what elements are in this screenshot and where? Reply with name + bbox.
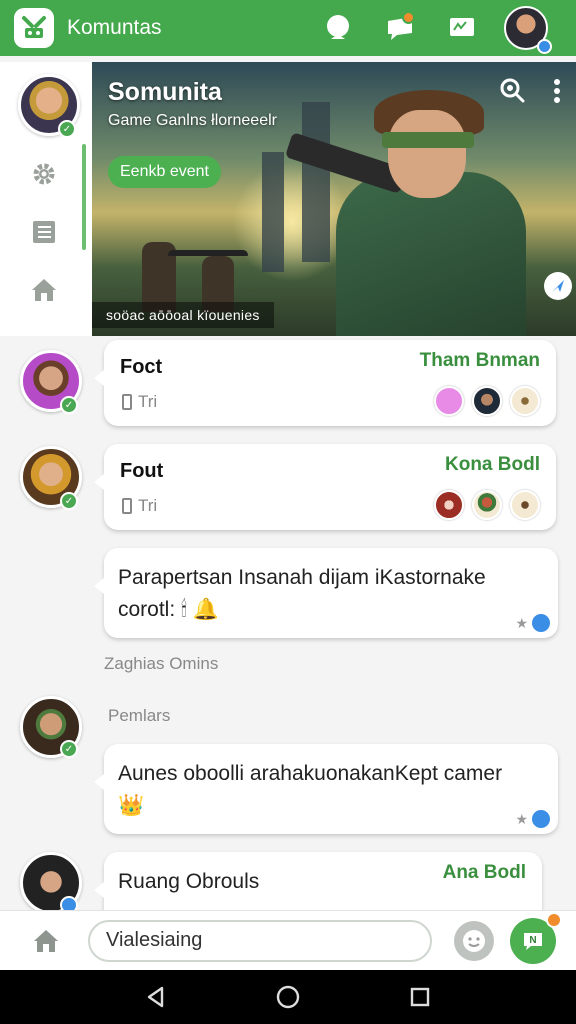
event-button[interactable]: Eenkb event (108, 156, 221, 188)
post-group-tag[interactable]: Tham Bnman (420, 350, 540, 372)
chat-bubble-icon (327, 15, 349, 39)
message-input[interactable]: Vialesiaing (88, 919, 432, 962)
post-meta-text: Tri (138, 496, 158, 515)
reaction-list (426, 490, 540, 520)
message-bubble[interactable]: Parapertsan Insanah dijam iKastornake co… (94, 548, 558, 638)
composer-bar: Vialesiaing N (0, 910, 576, 970)
online-indicator (60, 896, 78, 910)
rail-item-home[interactable] (28, 274, 60, 306)
home-icon (32, 279, 56, 301)
post-card[interactable]: Foct Tham Bnman Tri (94, 340, 556, 426)
post-group-tag[interactable]: Kona Bodl (445, 454, 540, 476)
app-logo[interactable] (14, 8, 54, 48)
nav-back-button[interactable] (143, 984, 169, 1010)
banner-share-button[interactable] (544, 272, 572, 300)
post-group-tag[interactable]: Ana Bodl (443, 862, 526, 884)
profile-avatar[interactable] (504, 6, 552, 54)
banner-more-button[interactable] (552, 78, 562, 104)
post-author: Foct (120, 356, 163, 378)
list-icon (33, 221, 55, 243)
message-footer: ★ (515, 810, 550, 828)
messages-button[interactable] (380, 8, 420, 48)
logo-icon (22, 16, 46, 38)
reaction-avatar[interactable] (472, 386, 502, 416)
section-label: Zaghias Omins (104, 654, 219, 673)
message-text: Aunes oboolli arahakuonakanKept camer 👑 (118, 762, 503, 817)
reaction-avatar[interactable] (434, 490, 464, 520)
search-icon (500, 78, 525, 103)
back-triangle-icon (147, 986, 164, 1008)
chat-bubble-button[interactable] (318, 8, 358, 48)
settings-icon (33, 163, 55, 185)
post-meta-text: Tri (138, 392, 158, 411)
nav-home-button[interactable] (275, 984, 301, 1010)
banner-tower (262, 152, 284, 272)
news-button[interactable] (442, 8, 482, 48)
top-app-bar: Komuntas (0, 0, 576, 56)
message-text: Parapertsan Insanah dijam iKastornake co… (118, 566, 486, 621)
online-indicator: ✓ (60, 740, 78, 758)
reaction-avatar[interactable] (434, 386, 464, 416)
system-navigation-bar (0, 970, 576, 1024)
emoji-icon (463, 929, 485, 952)
status-indicator (537, 39, 552, 54)
banner-hero-art (284, 72, 536, 336)
banner-soldiers-art (132, 230, 262, 312)
banner-caption: soöac aōōoal kïouenies (92, 302, 274, 328)
online-indicator: ✓ (58, 120, 76, 138)
banner-subtitle: Game Ganlns łlorneeelr (108, 112, 277, 129)
star-icon[interactable]: ★ (515, 811, 528, 828)
banner-title: Somunita (108, 78, 222, 106)
more-vertical-icon (554, 79, 560, 103)
emoji-button[interactable] (454, 920, 494, 961)
reaction-avatar[interactable] (510, 386, 540, 416)
star-icon[interactable]: ★ (515, 615, 528, 632)
app-root: Komuntas ✓ Somunita Game Ganlns łlorneee… (0, 0, 576, 1024)
read-receipt-icon (532, 810, 550, 828)
reaction-list (426, 386, 540, 416)
post-card[interactable]: Ruang Obrouls Ana Bodl (94, 852, 542, 910)
post-meta: Tri (122, 496, 157, 516)
post-meta: Tri (122, 392, 157, 412)
app-title: Komuntas (67, 16, 162, 39)
send-button[interactable]: N (510, 911, 562, 964)
message-bubble[interactable]: Aunes oboolli arahakuonakanKept camer 👑 … (94, 744, 558, 834)
online-indicator: ✓ (60, 492, 78, 510)
community-feed[interactable]: ✓ Foct Tham Bnman Tri ✓ Fout Kona Bodl T… (0, 336, 576, 910)
rail-item-settings[interactable] (28, 158, 60, 190)
banner-search-button[interactable] (498, 76, 526, 104)
phone-icon (122, 394, 132, 410)
post-author: Fout (120, 460, 164, 482)
send-label: N (529, 935, 537, 946)
send-badge (546, 911, 562, 928)
home-circle-icon (276, 985, 300, 1009)
rail-item-list[interactable] (28, 216, 60, 248)
post-card[interactable]: Fout Kona Bodl Tri (94, 444, 556, 530)
featured-banner[interactable]: Somunita Game Ganlns łlorneeelr Eenkb ev… (92, 62, 576, 336)
phone-icon (122, 498, 132, 514)
nav-recents-button[interactable] (407, 984, 433, 1010)
send-arrow-icon (552, 280, 564, 292)
news-icon (450, 18, 474, 36)
rail-scrollbar[interactable] (82, 144, 86, 250)
reaction-avatar[interactable] (510, 490, 540, 520)
recents-square-icon (410, 987, 430, 1007)
reaction-avatar[interactable] (472, 490, 502, 520)
composer-home-button[interactable] (24, 919, 68, 963)
message-footer: ★ (515, 614, 550, 632)
read-receipt-icon (532, 614, 550, 632)
home-icon (34, 929, 58, 952)
section-label: Pemlars (108, 706, 171, 725)
side-rail: ✓ (0, 62, 92, 336)
online-indicator: ✓ (60, 396, 78, 414)
notification-badge (402, 11, 415, 24)
